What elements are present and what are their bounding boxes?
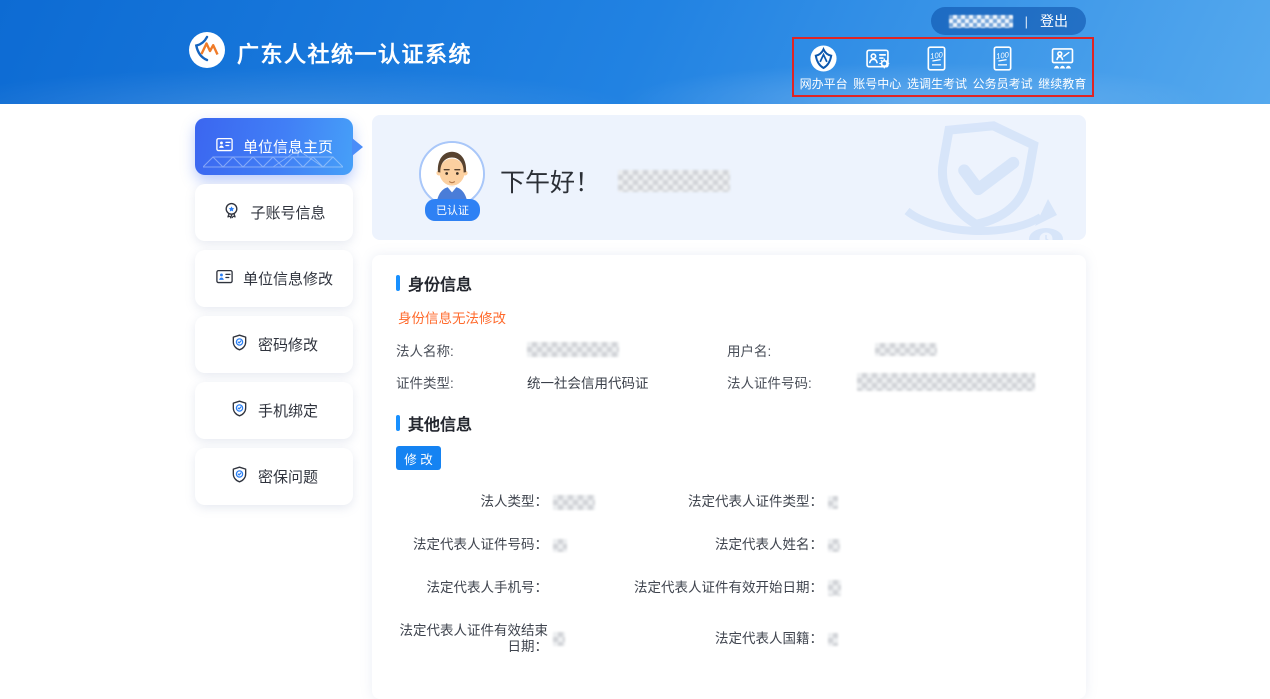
avatar xyxy=(419,141,485,207)
page: 广东人社统一认证系统 | 登出 网办平台 xyxy=(0,0,1270,699)
other-section-title: 其他信息 xyxy=(396,411,1062,435)
sidebar-item-unit-info-home[interactable]: 单位信息主页 xyxy=(195,118,353,175)
brand: 广东人社统一认证系统 xyxy=(188,31,472,74)
nav-item-label: 账号中心 xyxy=(853,78,901,91)
shield-check-watermark-icon xyxy=(889,119,1074,240)
info-card: 身份信息 身份信息无法修改 法人名称: 用户名: 证件类型: 统一社会信用代码证… xyxy=(372,255,1086,699)
value-redacted xyxy=(828,496,838,509)
user-pill: | 登出 xyxy=(931,7,1086,35)
nav-item-label: 继续教育 xyxy=(1038,78,1086,91)
title-bar xyxy=(396,415,400,431)
pill-divider: | xyxy=(1025,14,1028,29)
nav-item-continuing-education[interactable]: 继续教育 xyxy=(1038,44,1086,91)
field-rep-cert-valid-end: 法定代表人证件有效结束日期： xyxy=(396,623,623,655)
exam-100-icon: 100 xyxy=(922,44,951,76)
nav-item-portal[interactable]: 网办平台 xyxy=(800,44,848,91)
sidebar-item-label: 手机绑定 xyxy=(258,400,318,421)
identity-section-title: 身份信息 xyxy=(396,271,1062,295)
nav-item-xuandiaosheng-exam[interactable]: 100 选调生考试 xyxy=(907,44,967,91)
identity-grid: 法人名称: 用户名: 证件类型: 统一社会信用代码证 法人证件号码: xyxy=(396,342,1062,395)
sidebar: 单位信息主页 子账号信息 单位信息修改 xyxy=(195,118,353,514)
legal-cert-number-redacted xyxy=(857,373,1035,391)
field-label: 法人名称: xyxy=(396,344,527,360)
username-redacted xyxy=(949,15,1013,28)
badge-icon xyxy=(222,201,241,224)
value-redacted xyxy=(553,632,565,646)
sidebar-item-phone-binding[interactable]: 手机绑定 xyxy=(195,382,353,439)
value-redacted xyxy=(828,539,840,552)
sidebar-item-subaccount-info[interactable]: 子账号信息 xyxy=(195,184,353,241)
other-info-grid: 法人类型： 法定代表人证件类型： 法定代表人证件号码： 法定代表人姓名： 法定代… xyxy=(396,494,1062,655)
field-label: 证件类型: xyxy=(396,376,527,392)
sidebar-item-label: 密码修改 xyxy=(258,334,318,355)
cert-type-value: 统一社会信用代码证 xyxy=(527,376,727,392)
greeting-name-redacted xyxy=(618,170,730,192)
sidebar-item-password-change[interactable]: 密码修改 xyxy=(195,316,353,373)
field-label: 用户名: xyxy=(727,344,857,360)
site-logo-icon xyxy=(188,31,226,74)
sidebar-item-security-question[interactable]: 密保问题 xyxy=(195,448,353,505)
nav-item-civil-servant-exam[interactable]: 100 公务员考试 xyxy=(973,44,1033,91)
logout-button[interactable]: 登出 xyxy=(1040,11,1068,31)
svg-text:100: 100 xyxy=(930,50,945,61)
value-redacted xyxy=(828,633,838,646)
exam-100-icon: 100 xyxy=(988,44,1017,76)
title-bar xyxy=(396,275,400,291)
field-rep-nationality: 法定代表人国籍： xyxy=(623,623,1062,655)
nav-item-label: 网办平台 xyxy=(800,78,848,91)
value-redacted xyxy=(828,580,841,596)
annotation-box: 网办平台 账号中心 xyxy=(792,37,1094,97)
field-label: 法人证件号码: xyxy=(727,376,857,392)
modify-button[interactable]: 修 改 xyxy=(396,446,441,470)
nav-item-label: 公务员考试 xyxy=(973,78,1033,91)
field-rep-name: 法定代表人姓名： xyxy=(623,537,1062,553)
value-redacted xyxy=(553,495,595,510)
field-rep-cert-valid-start: 法定代表人证件有效开始日期： xyxy=(623,580,1062,596)
legal-name-redacted xyxy=(527,342,619,357)
id-card-icon xyxy=(215,135,234,158)
field-rep-phone: 法定代表人手机号： xyxy=(396,580,623,596)
field-rep-cert-number: 法定代表人证件号码： xyxy=(396,537,623,553)
svg-text:100: 100 xyxy=(996,50,1011,61)
education-presenter-icon xyxy=(1048,44,1077,76)
identity-notice: 身份信息无法修改 xyxy=(398,307,1062,327)
sidebar-item-label: 密保问题 xyxy=(258,466,318,487)
username-value-redacted xyxy=(875,343,937,356)
sidebar-item-label: 子账号信息 xyxy=(250,202,325,223)
value-redacted xyxy=(553,539,567,552)
greeting-text: 下午好！ xyxy=(500,163,600,199)
shield-check-icon xyxy=(230,333,249,356)
greeting-card: 已认证 下午好！ xyxy=(372,115,1086,240)
field-legal-person-type: 法人类型： xyxy=(396,494,623,510)
header: 广东人社统一认证系统 | 登出 网办平台 xyxy=(0,0,1270,104)
shield-check-icon xyxy=(230,399,249,422)
id-card-icon xyxy=(215,267,234,290)
field-rep-cert-type: 法定代表人证件类型： xyxy=(623,494,1062,510)
nav-item-account-center[interactable]: 账号中心 xyxy=(853,44,901,91)
sidebar-item-unit-info-edit[interactable]: 单位信息修改 xyxy=(195,250,353,307)
sidebar-item-label: 单位信息修改 xyxy=(243,268,333,289)
shield-check-icon xyxy=(230,465,249,488)
page-title: 广东人社统一认证系统 xyxy=(237,37,472,69)
portal-emblem-icon xyxy=(809,44,838,76)
verified-badge: 已认证 xyxy=(425,199,480,221)
nav-item-label: 选调生考试 xyxy=(907,78,967,91)
sidebar-item-label: 单位信息主页 xyxy=(243,136,333,157)
account-card-gear-icon xyxy=(863,44,892,76)
